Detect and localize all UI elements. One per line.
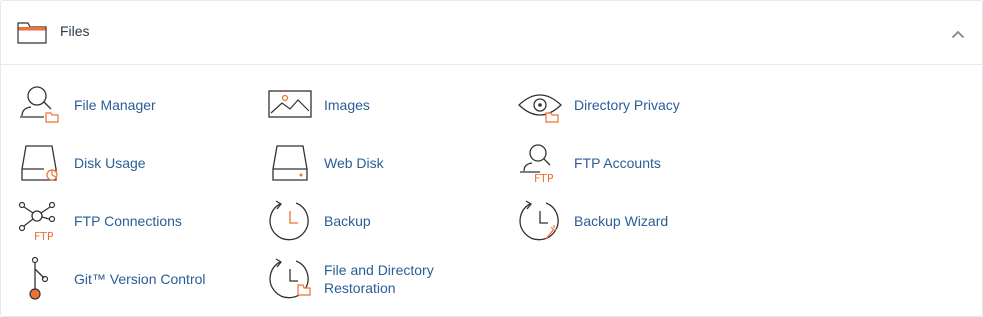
- git-version-control-link[interactable]: Git™ Version Control: [18, 256, 238, 301]
- file-restoration-icon: [268, 257, 312, 301]
- item-label: Images: [324, 97, 370, 113]
- item-label: FTP Accounts: [574, 155, 661, 171]
- git-icon: [18, 256, 62, 301]
- backup-link[interactable]: Backup: [268, 199, 468, 243]
- panel-header[interactable]: Files: [1, 1, 982, 65]
- file-manager-link[interactable]: File Manager: [18, 83, 218, 127]
- backup-icon: [268, 199, 312, 243]
- backup-wizard-link[interactable]: Backup Wizard: [518, 199, 718, 243]
- directory-privacy-link[interactable]: Directory Privacy: [518, 83, 738, 127]
- folder-icon: [17, 22, 47, 44]
- item-label: Web Disk: [324, 155, 384, 171]
- directory-privacy-icon: [518, 83, 562, 127]
- item-label: Directory Privacy: [574, 97, 680, 113]
- item-label-line1: File and Directory: [324, 262, 434, 278]
- ftp-accounts-icon: FTP: [518, 141, 562, 185]
- images-link[interactable]: Images: [268, 83, 468, 127]
- item-label: FTP Connections: [74, 213, 182, 229]
- item-label: File Manager: [74, 97, 156, 113]
- item-label-multiline: File and Directory Restoration: [324, 261, 434, 297]
- item-label-line2: Restoration: [324, 280, 396, 296]
- item-label: Backup: [324, 213, 371, 229]
- files-panel: Files File Manager Images Directory Priv…: [0, 0, 983, 317]
- web-disk-link[interactable]: Web Disk: [268, 141, 468, 185]
- disk-usage-link[interactable]: Disk Usage: [18, 141, 218, 185]
- chevron-up-icon[interactable]: [947, 25, 969, 43]
- item-label: Disk Usage: [74, 155, 146, 171]
- section-title: Files: [60, 23, 90, 39]
- file-manager-icon: [18, 83, 62, 127]
- images-icon: [268, 83, 312, 127]
- ftp-connections-link[interactable]: FTP FTP Connections: [18, 199, 218, 243]
- item-label: Backup Wizard: [574, 213, 669, 229]
- backup-wizard-icon: [518, 199, 562, 243]
- disk-usage-icon: [18, 141, 62, 185]
- web-disk-icon: [268, 141, 312, 185]
- ftp-badge-text: FTP: [34, 230, 54, 243]
- ftp-badge-text: FTP: [534, 172, 554, 185]
- ftp-accounts-link[interactable]: FTP FTP Accounts: [518, 141, 718, 185]
- item-label: Git™ Version Control: [74, 271, 206, 287]
- file-restoration-link[interactable]: File and Directory Restoration: [268, 257, 488, 301]
- ftp-connections-icon: FTP: [18, 199, 62, 243]
